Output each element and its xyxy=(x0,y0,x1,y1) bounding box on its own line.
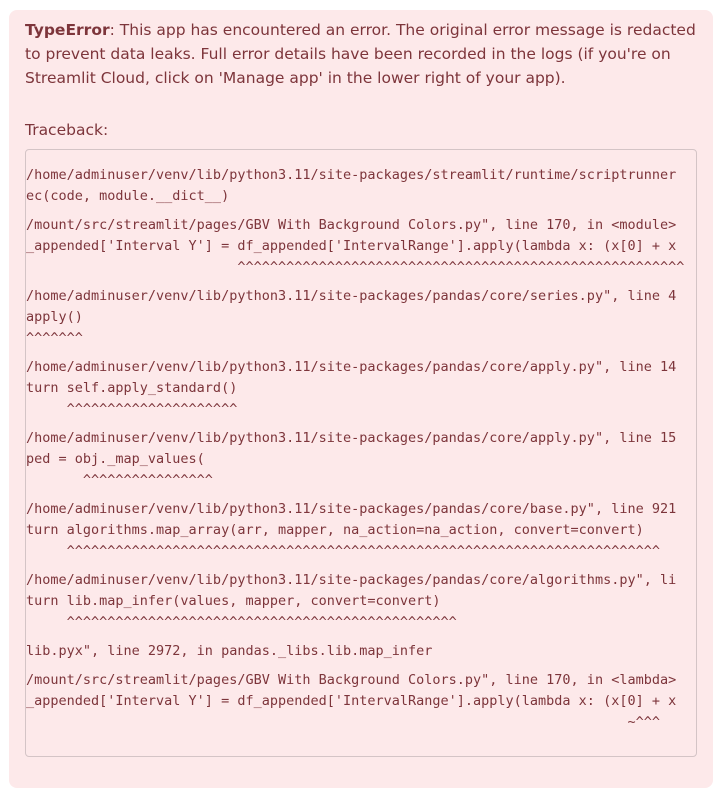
traceback-line: ^^^^^^^^^^^^^^^^^^^^^^^^^^^^^^^^^^^^^^^^… xyxy=(26,543,660,559)
traceback-gap xyxy=(26,349,684,357)
traceback-line: turn lib.map_infer(values, mapper, conve… xyxy=(26,593,441,609)
traceback-gap xyxy=(26,662,684,670)
traceback-line: /home/adminuser/venv/lib/python3.11/site… xyxy=(26,288,677,304)
traceback-line: ^^^^^^^^^^^^^^^^^^^^^ xyxy=(26,401,238,417)
traceback-line: _appended['Interval Y'] = df_appended['I… xyxy=(26,238,677,254)
traceback-gap xyxy=(26,562,684,570)
traceback-line: /home/adminuser/venv/lib/python3.11/site… xyxy=(26,359,677,375)
traceback-line: apply() xyxy=(26,309,83,325)
error-message-text: : This app has encountered an error. The… xyxy=(25,21,696,87)
traceback-label: Traceback: xyxy=(25,121,109,139)
traceback-code: /home/adminuser/venv/lib/python3.11/site… xyxy=(26,165,684,733)
traceback-code-block[interactable]: /home/adminuser/venv/lib/python3.11/site… xyxy=(25,149,697,757)
traceback-line: ec(code, module.__dict__) xyxy=(26,188,230,204)
error-type: TypeError xyxy=(25,21,110,39)
traceback-line: /mount/src/streamlit/pages/GBV With Back… xyxy=(26,217,677,233)
traceback-line: /home/adminuser/venv/lib/python3.11/site… xyxy=(26,167,677,183)
traceback-line: /home/adminuser/venv/lib/python3.11/site… xyxy=(26,501,677,517)
traceback-line: ^^^^^^^ xyxy=(26,330,83,346)
traceback-line: /mount/src/streamlit/pages/GBV With Back… xyxy=(26,672,677,688)
traceback-line: _appended['Interval Y'] = df_appended['I… xyxy=(26,693,677,709)
traceback-line: ped = obj._map_values( xyxy=(26,451,205,467)
traceback-line: ^^^^^^^^^^^^^^^^^^^^^^^^^^^^^^^^^^^^^^^^… xyxy=(26,259,685,275)
traceback-gap xyxy=(26,207,684,215)
traceback-line: turn algorithms.map_array(arr, mapper, n… xyxy=(26,522,644,538)
traceback-line: ~^^^ xyxy=(26,714,660,730)
traceback-gap xyxy=(26,420,684,428)
traceback-gap xyxy=(26,278,684,286)
traceback-line: lib.pyx", line 2972, in pandas._libs.lib… xyxy=(26,643,433,659)
traceback-line: /home/adminuser/venv/lib/python3.11/site… xyxy=(26,430,677,446)
error-alert: TypeError: This app has encountered an e… xyxy=(9,10,713,788)
traceback-line: /home/adminuser/venv/lib/python3.11/site… xyxy=(26,572,677,588)
traceback-line: ^^^^^^^^^^^^^^^^ xyxy=(26,472,213,488)
traceback-line: turn self.apply_standard() xyxy=(26,380,238,396)
error-message: TypeError: This app has encountered an e… xyxy=(25,18,701,90)
traceback-gap xyxy=(26,633,684,641)
traceback-gap xyxy=(26,491,684,499)
traceback-line: ^^^^^^^^^^^^^^^^^^^^^^^^^^^^^^^^^^^^^^^^… xyxy=(26,614,457,630)
